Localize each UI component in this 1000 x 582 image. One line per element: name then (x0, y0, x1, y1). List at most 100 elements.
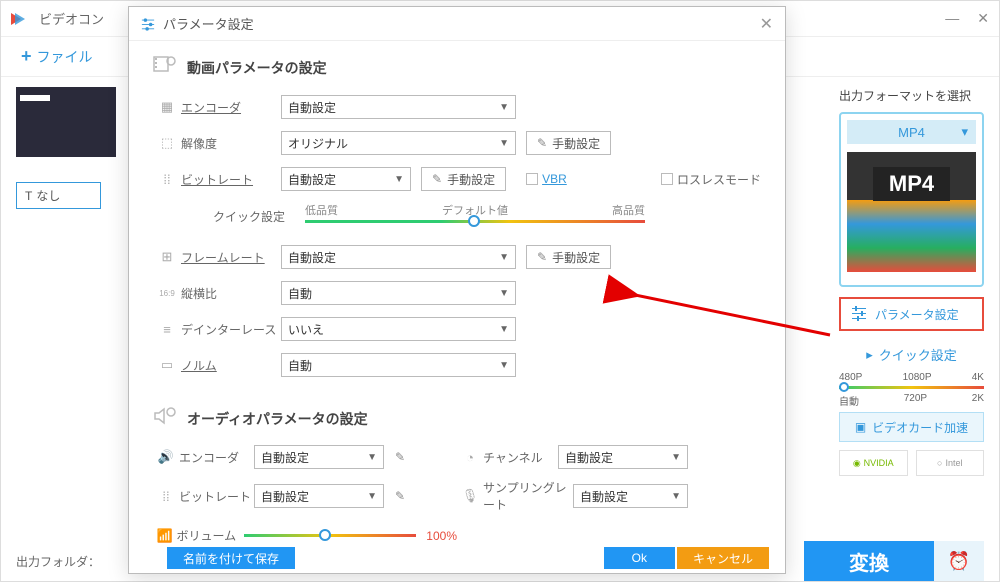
chevron-down-icon: ▼ (499, 288, 509, 299)
chip-icon: ▣ (855, 420, 866, 434)
save-as-button[interactable]: 名前を付けて保存 (167, 547, 295, 569)
plus-icon: + (21, 46, 32, 67)
chevron-down-icon: ▼ (499, 324, 509, 335)
quick-setting-title: ▸ クイック設定 (839, 345, 984, 364)
app-logo-icon (11, 9, 31, 29)
parameter-dialog: パラメータ設定 ✕ 動画パラメータの設定 ▦ エンコーダ 自動設定▼ ⬚ 解像度… (128, 6, 786, 574)
quality-slider[interactable]: 低品質 デフォルト値 高品質 (305, 202, 645, 230)
dialog-close-button[interactable]: ✕ (760, 14, 773, 34)
label-1080p: 1080P (903, 372, 932, 383)
bitrate-select[interactable]: 自動設定▼ (281, 167, 411, 191)
chevron-down-icon: ▼ (499, 360, 509, 371)
vbr-checkbox[interactable]: VBR (526, 172, 567, 186)
a-bitrate-select[interactable]: 自動設定▼ (254, 484, 384, 508)
sliders-icon (141, 17, 155, 31)
aspect-select[interactable]: 自動▼ (281, 281, 516, 305)
volume-slider[interactable] (244, 534, 416, 537)
add-file-button[interactable]: + ファイル (21, 46, 93, 67)
format-preview-icon: MP4 (847, 152, 976, 272)
minimize-icon[interactable]: — (945, 10, 959, 27)
pencil-icon: ✎ (537, 136, 547, 150)
framerate-select[interactable]: 自動設定▼ (281, 245, 516, 269)
dialog-footer: 名前を付けて保存 Ok キャンセル (129, 543, 785, 573)
add-file-label: ファイル (37, 47, 93, 67)
dialog-titlebar: パラメータ設定 ✕ (129, 7, 785, 41)
a-volume-label: ボリューム (177, 527, 245, 543)
encoder-label: エンコーダ (181, 99, 281, 116)
audio-section-title: オーディオパラメータの設定 (187, 409, 368, 429)
a-sample-select[interactable]: 自動設定▼ (573, 484, 688, 508)
a-channel-label: チャンネル (483, 449, 558, 466)
chevron-down-icon: ▼ (499, 138, 509, 149)
ok-button[interactable]: Ok (604, 547, 675, 569)
bitrate-icon: ⁞⁞ (153, 172, 181, 187)
low-quality-label: 低品質 (305, 202, 338, 218)
slider-handle[interactable] (468, 215, 480, 227)
encoder-select[interactable]: 自動設定▼ (281, 95, 516, 119)
chevron-down-icon: ▼ (367, 491, 377, 502)
label-auto: 自動 (839, 393, 859, 408)
norm-icon: ▭ (153, 357, 181, 373)
convert-button[interactable]: 変換 (804, 541, 934, 581)
slider-handle[interactable] (839, 382, 849, 392)
gpu-label: ビデオカード加速 (872, 419, 968, 436)
speaker-gear-icon (153, 406, 177, 431)
film-icon: ▦ (153, 99, 181, 115)
chevron-down-icon: ▼ (671, 452, 681, 463)
chevron-down-icon: ▼ (499, 102, 509, 113)
resolution-icon: ⬚ (153, 135, 181, 151)
edit-icon[interactable]: ✎ (390, 447, 410, 467)
checkbox-icon (661, 173, 673, 185)
label-4k: 4K (972, 372, 984, 383)
pencil-icon: ✎ (432, 172, 442, 186)
edit-icon[interactable]: ✎ (390, 486, 410, 506)
quick-quality-slider[interactable]: 480P 1080P 4K 自動 720P 2K (839, 372, 984, 402)
format-box[interactable]: MP4 ▾ MP4 (839, 112, 984, 287)
output-folder-label: 出力フォルダ： (16, 553, 100, 570)
close-icon[interactable]: ✕ (977, 10, 989, 27)
format-dropdown[interactable]: MP4 ▾ (847, 120, 976, 144)
volume-icon: 📶 (153, 528, 177, 544)
deinterlace-select[interactable]: いいえ▼ (281, 317, 516, 341)
cancel-button[interactable]: キャンセル (677, 547, 769, 569)
norm-label: ノルム (181, 357, 281, 374)
format-select-title: 出力フォーマットを選択 (839, 87, 984, 104)
aspect-icon: 16:9 (153, 289, 181, 298)
resolution-label: 解像度 (181, 135, 281, 152)
schedule-button[interactable]: ⏰ (934, 541, 984, 581)
resolution-manual-button[interactable]: ✎手動設定 (526, 131, 611, 155)
volume-value: 100% (426, 529, 457, 543)
video-thumbnail[interactable] (16, 87, 116, 157)
chevron-down-icon: ▼ (499, 252, 509, 263)
video-section-header: 動画パラメータの設定 (153, 55, 761, 80)
slider-handle[interactable] (319, 529, 331, 541)
chevron-down-icon: ▼ (394, 174, 404, 185)
a-channel-select[interactable]: 自動設定▼ (558, 445, 688, 469)
quick-setting-label: クイック設定 (213, 208, 285, 225)
intel-logo: ○ Intel (916, 450, 985, 476)
a-encoder-select[interactable]: 自動設定▼ (254, 445, 384, 469)
sliders-icon (851, 305, 867, 324)
framerate-manual-button[interactable]: ✎手動設定 (526, 245, 611, 269)
deinterlace-label: デインターレース (181, 321, 281, 338)
lossless-checkbox[interactable]: ロスレスモード (661, 171, 761, 188)
parameter-settings-button[interactable]: パラメータ設定 (839, 297, 984, 331)
label-2k: 2K (972, 393, 984, 408)
nvidia-logo: ◉ NVIDIA (839, 450, 908, 476)
output-format-pane: 出力フォーマットを選択 MP4 ▾ MP4 パラメータ設定 ▸ ク (824, 77, 999, 542)
app-title: ビデオコン (39, 9, 104, 28)
resolution-select[interactable]: オリジナル▼ (281, 131, 516, 155)
norm-select[interactable]: 自動▼ (281, 353, 516, 377)
high-quality-label: 高品質 (612, 202, 645, 218)
channel-icon: ◔ (457, 450, 483, 465)
chevron-down-icon: ▼ (671, 491, 681, 502)
pencil-icon: ✎ (537, 250, 547, 264)
subtitle-dropdown[interactable]: T なし (16, 182, 101, 209)
framerate-icon: ⊞ (153, 249, 181, 265)
gpu-accel-button[interactable]: ▣ ビデオカード加速 (839, 412, 984, 442)
bitrate-manual-button[interactable]: ✎手動設定 (421, 167, 506, 191)
framerate-label: フレームレート (181, 249, 281, 266)
triangle-icon: ▸ (866, 347, 873, 363)
bitrate-icon: ⁞⁞ (153, 489, 179, 504)
text-icon: T (25, 189, 32, 203)
